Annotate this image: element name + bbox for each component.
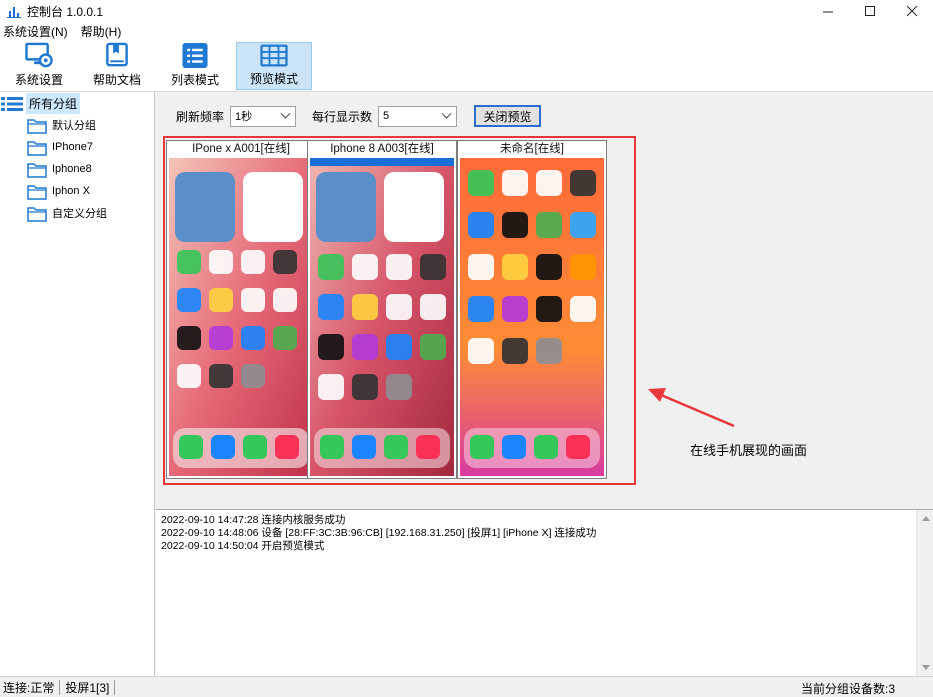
toolbar-list-mode-button[interactable]: 列表模式	[157, 42, 233, 90]
minimize-icon	[822, 11, 833, 12]
maximize-button[interactable]	[849, 0, 891, 22]
preview-controls: 刷新频率 1秒 每行显示数 5 关闭预览	[156, 104, 542, 128]
toolbar-label: 预览模式	[249, 72, 298, 86]
folder-icon	[27, 118, 47, 134]
phone-title: IPone x A001[在线]	[167, 141, 315, 157]
status-bar: 连接:正常 投屏1[3] 当前分组设备数:3	[0, 676, 933, 697]
main-content: 刷新频率 1秒 每行显示数 5 关闭预览 IPone x A001[在线] Ip…	[156, 92, 933, 676]
tree-item-label: 默认分组	[52, 120, 96, 132]
menu-help[interactable]: 帮助(H)	[78, 23, 125, 40]
minimize-button[interactable]	[807, 0, 849, 22]
tree-root-label: 所有分组	[26, 93, 81, 114]
tree-item-default-group[interactable]: 默认分组	[27, 115, 96, 135]
list-icon	[182, 42, 208, 69]
folder-icon	[27, 162, 47, 178]
tree-item-iphone7[interactable]: IPhone7	[27, 137, 93, 157]
per-row-label: 每行显示数	[312, 109, 373, 124]
window-title: 控制台 1.0.0.1	[27, 4, 104, 19]
refresh-rate-label: 刷新频率	[176, 109, 225, 124]
chevron-down-icon	[280, 108, 291, 119]
phone-preview-2[interactable]: Iphone 8 A003[在线]	[307, 140, 457, 479]
phone-screen	[169, 158, 313, 476]
scroll-up-icon[interactable]	[922, 516, 930, 521]
tree-item-label: Iphon X	[52, 185, 90, 197]
screen-status: 投屏1[3]	[65, 680, 110, 695]
phone-preview-3[interactable]: 未命名[在线]	[457, 140, 607, 479]
toolbar-label: 列表模式	[170, 73, 219, 87]
phone-title: Iphone 8 A003[在线]	[308, 141, 456, 157]
annotation-text: 在线手机展现的画面	[690, 443, 808, 458]
phone-preview-1[interactable]: IPone x A001[在线]	[166, 140, 316, 479]
chevron-down-icon	[441, 108, 452, 119]
log-panel: 2022-09-10 14:47:28 连接内核服务成功 2022-09-10 …	[156, 509, 933, 676]
close-preview-button[interactable]: 关闭预览	[474, 105, 542, 127]
toolbar-system-settings-button[interactable]: 系统设置	[1, 42, 77, 90]
menu-system-settings[interactable]: 系统设置(N)	[0, 23, 71, 40]
refresh-rate-value: 1秒	[235, 111, 253, 123]
phone-title: 未命名[在线]	[458, 141, 606, 157]
group-tree: 所有分组 默认分组 IPhone7 Iphone8 Iphon X 自定义分组	[0, 92, 155, 676]
phone-screen	[310, 158, 454, 476]
log-line: 2022-09-10 14:50:04 开启预览模式	[161, 540, 325, 552]
per-row-value: 5	[383, 110, 390, 122]
status-divider	[114, 679, 116, 695]
menu-bar: 系统设置(N) 帮助(H)	[0, 22, 933, 40]
list-icon	[1, 96, 23, 111]
log-scrollbar[interactable]	[916, 510, 933, 676]
book-icon	[106, 42, 128, 67]
tree-item-label: 自定义分组	[52, 208, 107, 220]
connection-status: 连接:正常	[3, 680, 55, 695]
tree-item-label: IPhone7	[52, 141, 93, 153]
grid-icon	[260, 44, 288, 67]
refresh-rate-select[interactable]: 1秒	[230, 105, 297, 127]
folder-icon	[27, 140, 47, 156]
toolbar-label: 系统设置	[14, 73, 63, 87]
close-button[interactable]	[891, 0, 933, 22]
title-bar: 控制台 1.0.0.1	[0, 0, 933, 22]
annotation-arrow-icon	[648, 388, 735, 428]
close-icon	[906, 5, 917, 16]
toolbar-preview-mode-button[interactable]: 预览模式	[236, 42, 312, 90]
tree-root-all-groups[interactable]: 所有分组	[1, 93, 81, 114]
tree-item-custom-group[interactable]: 自定义分组	[27, 203, 107, 223]
folder-icon	[27, 184, 47, 200]
scroll-down-icon[interactable]	[922, 665, 930, 670]
maximize-icon	[864, 5, 875, 16]
toolbar-help-docs-button[interactable]: 帮助文档	[79, 42, 155, 90]
status-divider	[59, 679, 61, 695]
group-device-count: 当前分组设备数:3	[800, 682, 895, 696]
settings-gear-icon	[25, 42, 53, 68]
tree-item-label: Iphone8	[52, 163, 92, 175]
toolbar: 系统设置 帮助文档 列表模式 预览模式	[0, 40, 933, 92]
tree-item-iphone8[interactable]: Iphone8	[27, 159, 92, 179]
folder-icon	[27, 206, 47, 222]
toolbar-label: 帮助文档	[92, 73, 141, 87]
tree-item-iphonx[interactable]: Iphon X	[27, 181, 90, 201]
phone-screen	[460, 158, 604, 476]
preview-area: IPone x A001[在线] Iphone 8 A003[在线] 未命名[在…	[156, 132, 933, 509]
app-chart-icon	[7, 4, 21, 18]
per-row-select[interactable]: 5	[378, 105, 458, 127]
